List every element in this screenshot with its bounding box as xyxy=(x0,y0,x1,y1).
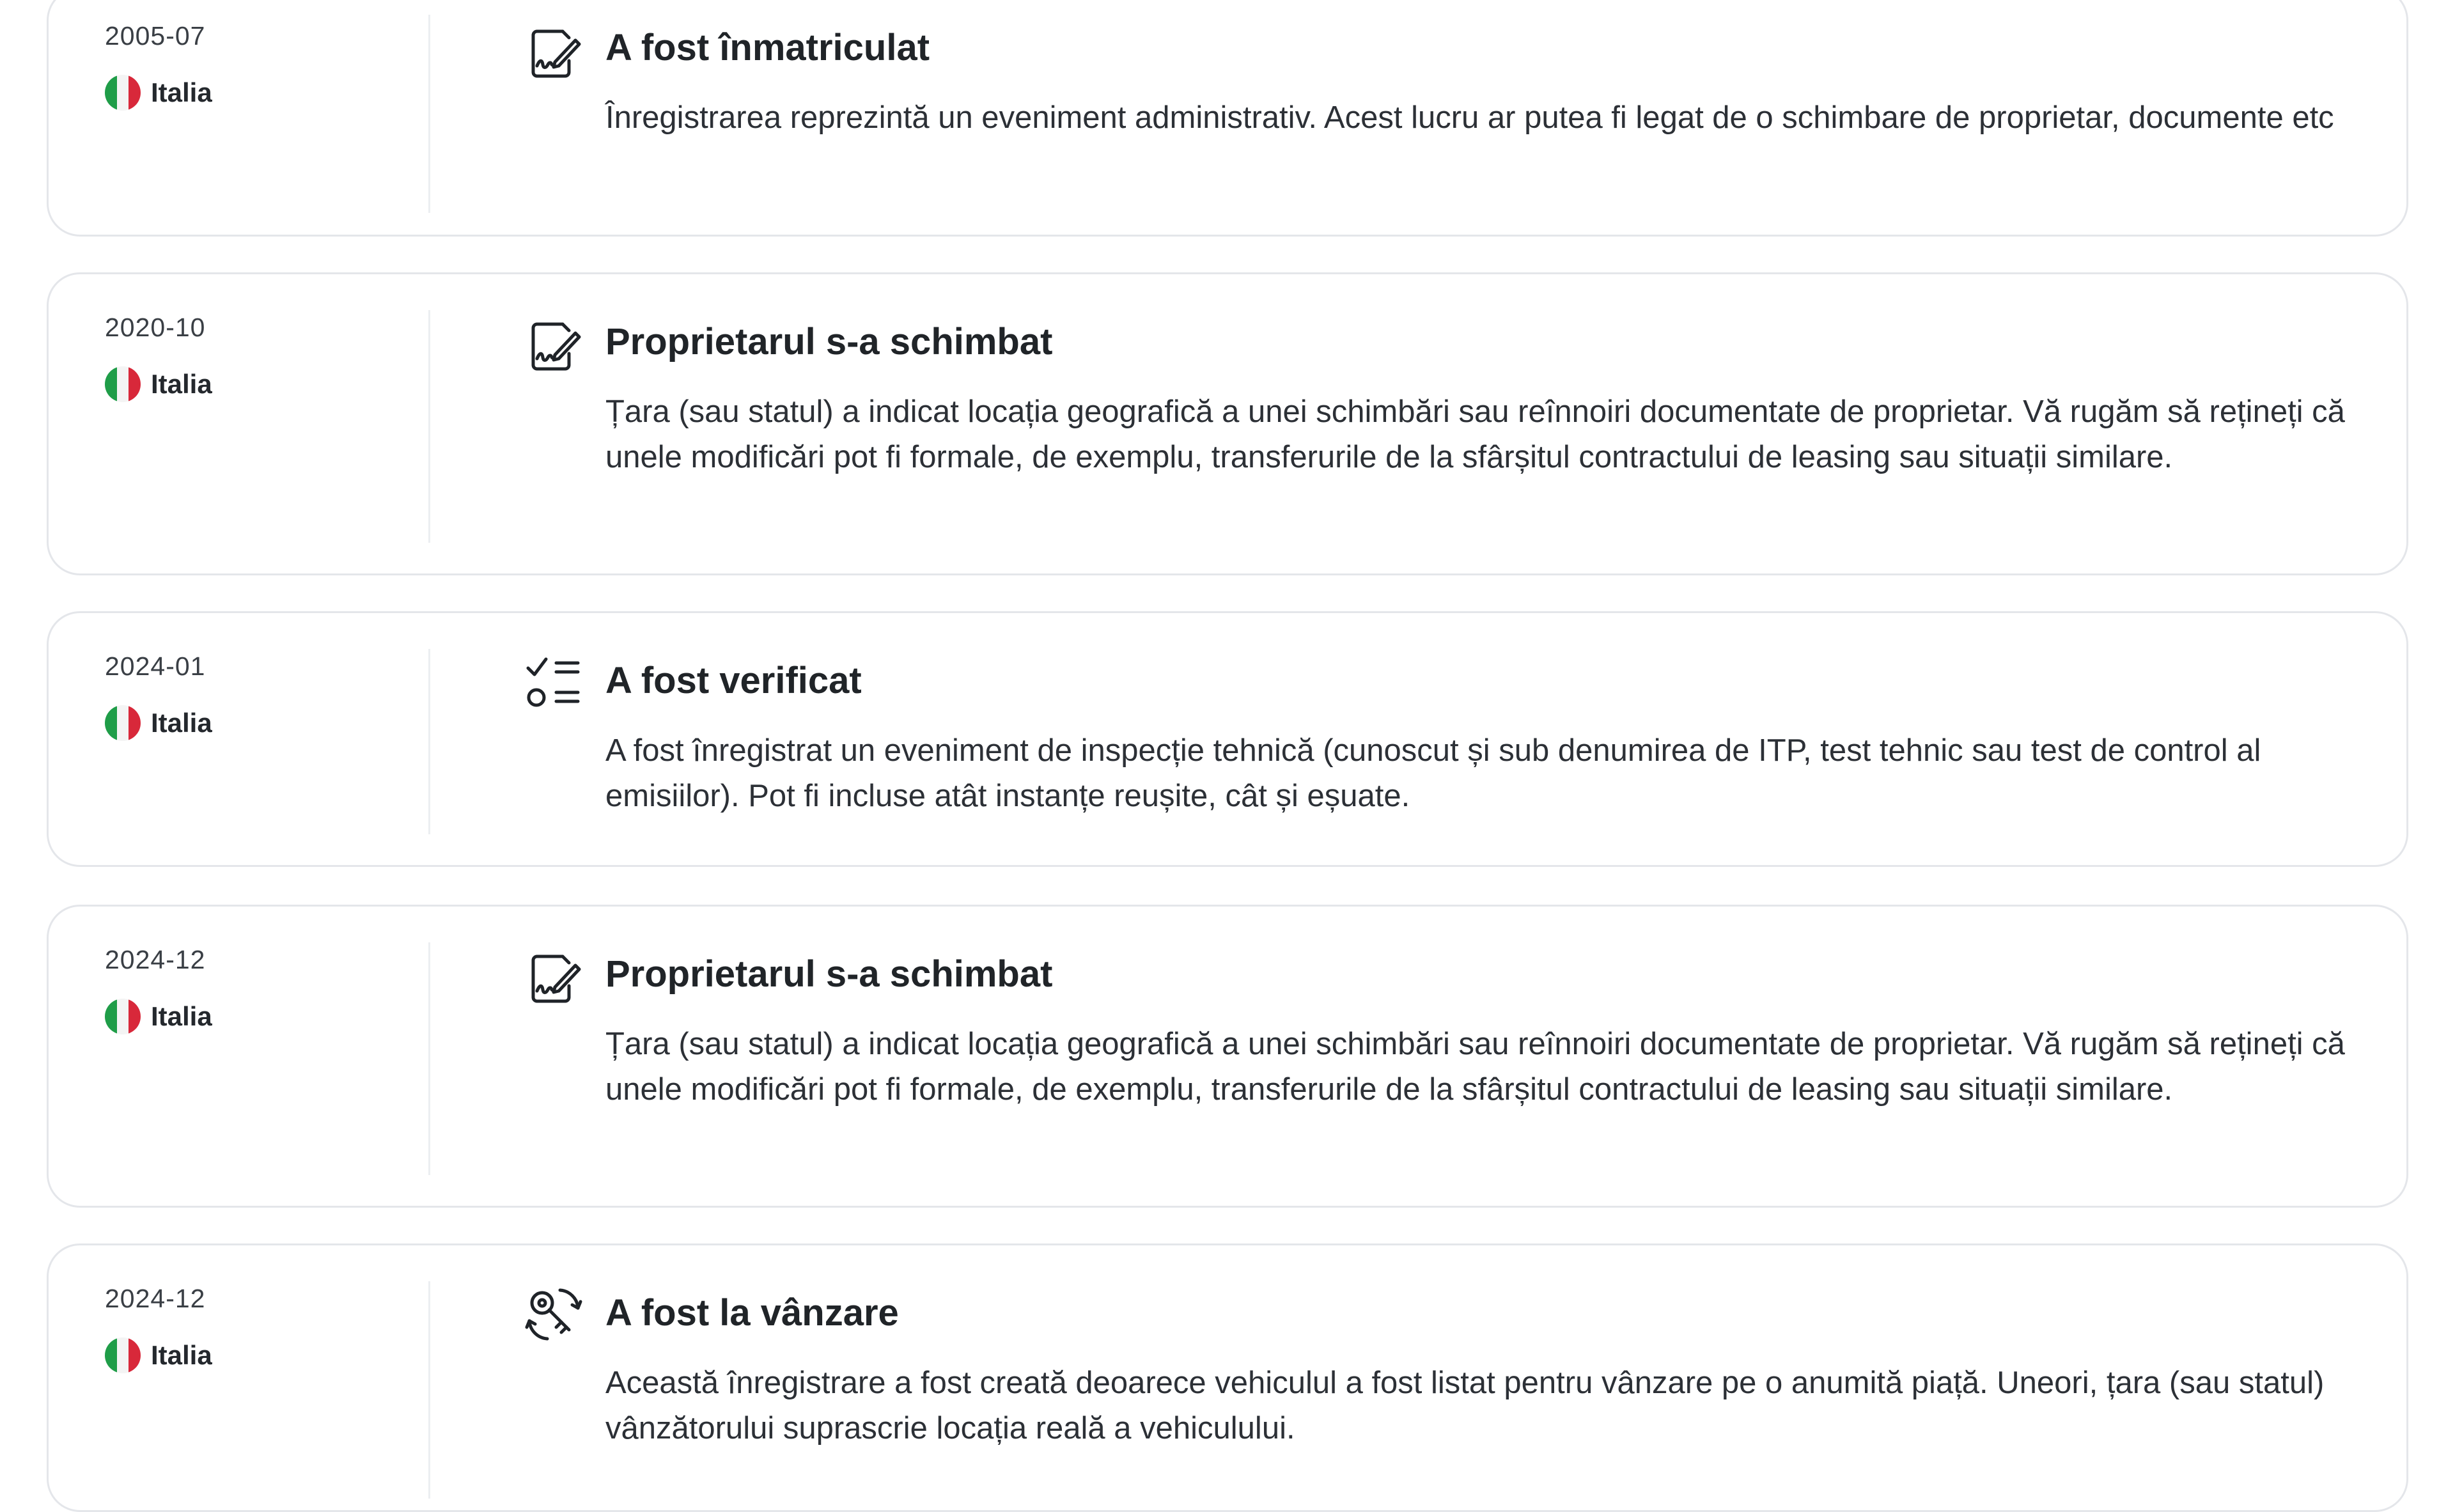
document-signature-icon xyxy=(523,314,584,375)
timeline-event-card: 2020-10 Italia Proprietarul s-a schimbat… xyxy=(47,272,2408,575)
italy-flag-icon xyxy=(105,75,141,111)
vehicle-history-timeline: 2005-07 Italia A fost înmatriculat Înreg… xyxy=(0,0,2455,1512)
key-exchange-icon xyxy=(523,1284,584,1345)
event-divider xyxy=(428,1281,430,1499)
event-title: A fost la vânzare xyxy=(605,1292,899,1334)
event-title: A fost înmatriculat xyxy=(605,27,930,68)
event-date: 2024-12 xyxy=(105,945,206,974)
event-date: 2024-12 xyxy=(105,1284,206,1313)
event-date: 2024-01 xyxy=(105,651,206,681)
document-signature-icon xyxy=(523,21,584,82)
event-divider xyxy=(428,942,430,1175)
event-description: Țara (sau statul) a indicat locația geog… xyxy=(605,394,2345,474)
country-name: Italia xyxy=(151,708,212,738)
timeline-event-card: 2024-12 Italia Proprietarul s-a schimbat… xyxy=(47,905,2408,1208)
event-description: Țara (sau statul) a indicat locația geog… xyxy=(605,1027,2345,1107)
event-divider xyxy=(428,15,430,213)
event-title: A fost verificat xyxy=(605,660,862,701)
timeline-event-card: 2005-07 Italia A fost înmatriculat Înreg… xyxy=(47,0,2408,237)
event-description: A fost înregistrat un eveniment de inspe… xyxy=(605,733,2261,813)
event-date: 2020-10 xyxy=(105,313,206,342)
event-country: Italia xyxy=(105,1337,212,1373)
timeline-event-card: 2024-12 Italia A fost la vânzare Această… xyxy=(47,1243,2408,1512)
event-divider xyxy=(428,649,430,834)
italy-flag-icon xyxy=(105,999,141,1034)
country-name: Italia xyxy=(151,369,212,399)
event-description: Înregistrarea reprezintă un eveniment ad… xyxy=(605,100,2334,135)
event-divider xyxy=(428,310,430,543)
country-name: Italia xyxy=(151,1001,212,1031)
event-country: Italia xyxy=(105,366,212,402)
italy-flag-icon xyxy=(105,1337,141,1373)
country-name: Italia xyxy=(151,1340,212,1370)
event-title: Proprietarul s-a schimbat xyxy=(605,321,1053,362)
italy-flag-icon xyxy=(105,705,141,741)
checklist-icon xyxy=(523,651,584,713)
italy-flag-icon xyxy=(105,366,141,402)
timeline-event-card: 2024-01 Italia A fost verificat A fost î… xyxy=(47,611,2408,867)
event-country: Italia xyxy=(105,75,212,111)
country-name: Italia xyxy=(151,77,212,107)
event-description: Această înregistrare a fost creată deoar… xyxy=(605,1366,2325,1446)
event-title: Proprietarul s-a schimbat xyxy=(605,953,1053,995)
event-country: Italia xyxy=(105,999,212,1034)
document-signature-icon xyxy=(523,946,584,1008)
event-country: Italia xyxy=(105,705,212,741)
event-date: 2005-07 xyxy=(105,21,206,51)
